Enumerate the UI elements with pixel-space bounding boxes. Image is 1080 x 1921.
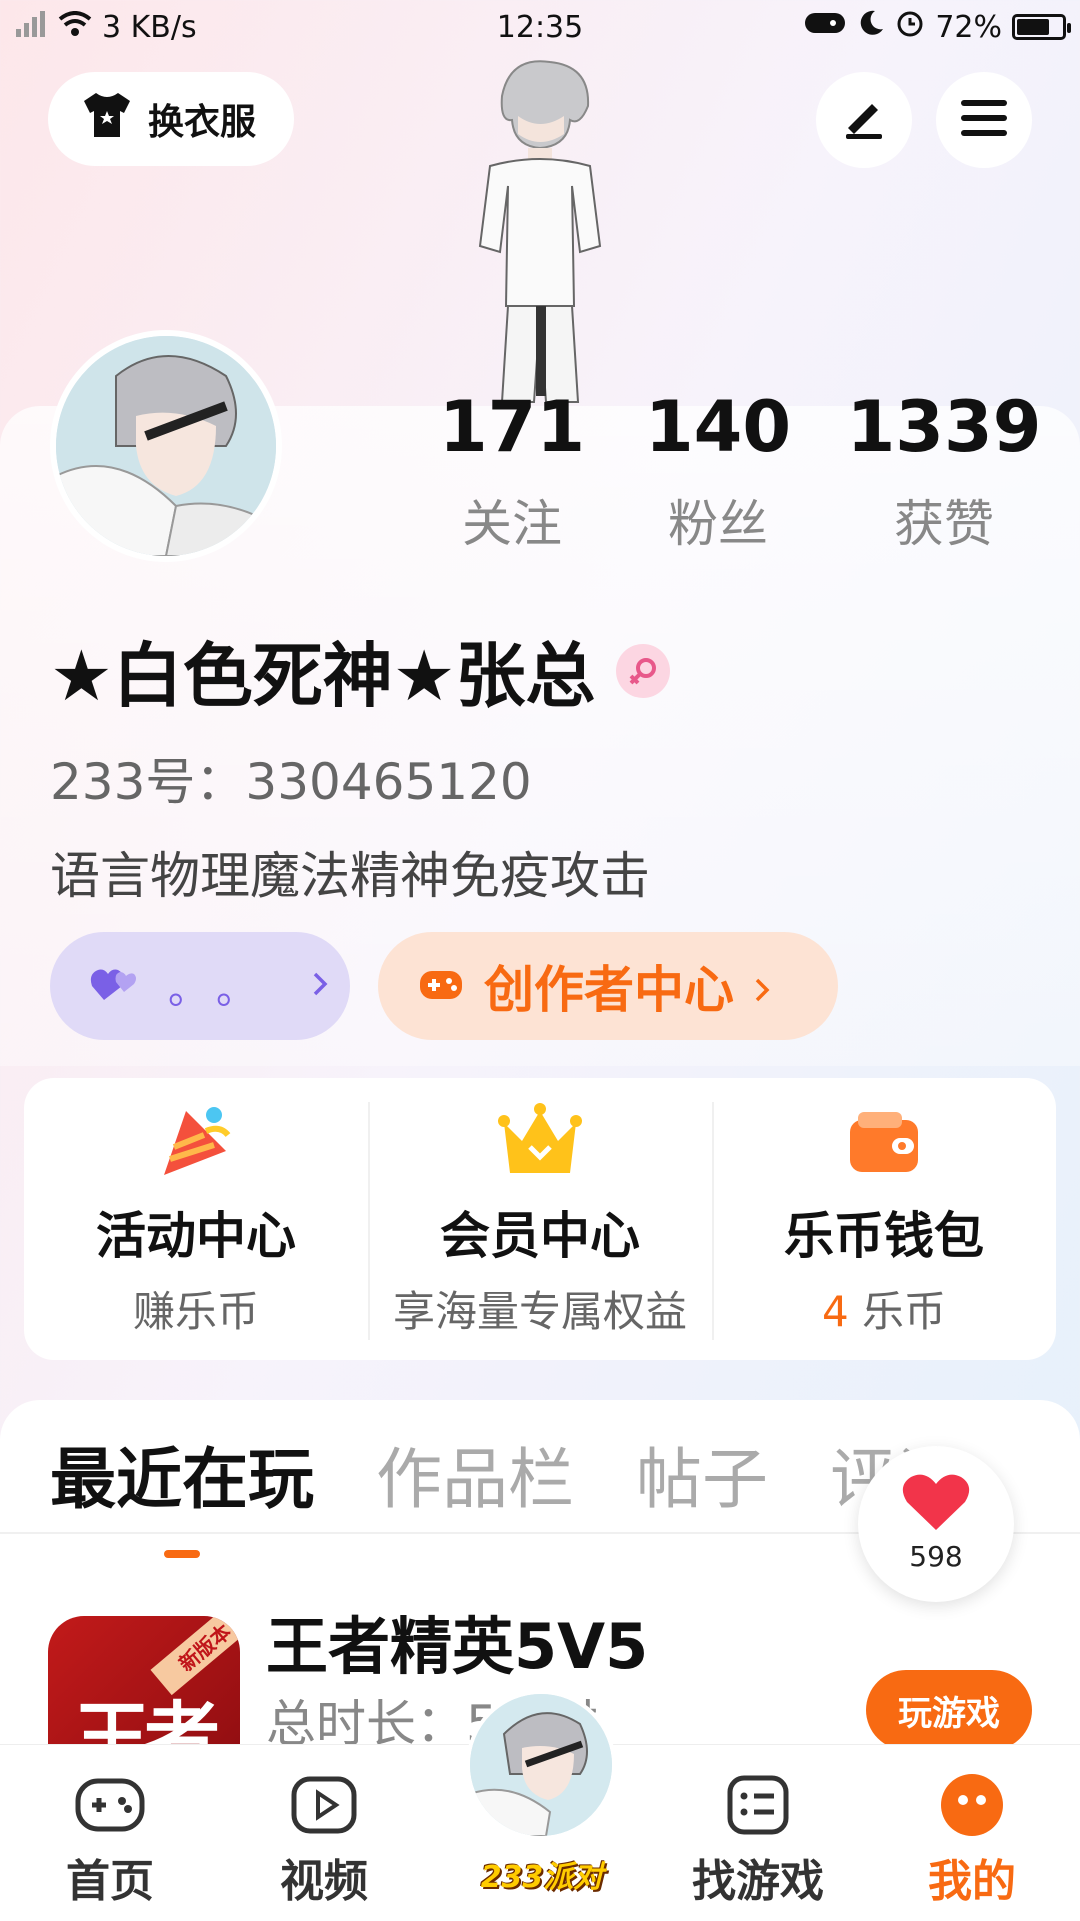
chevron-right-icon	[754, 957, 770, 1015]
heart-icon	[858, 1472, 1014, 1536]
tshirt-icon	[80, 91, 134, 148]
stat-followers[interactable]: 140 粉丝	[618, 392, 818, 556]
coin-wallet-title: 乐币钱包	[784, 1207, 984, 1265]
game-name: 王者精英5V5	[266, 1610, 649, 1683]
hearts-icon	[90, 964, 140, 1008]
nav-party-label[interactable]: 233派对	[472, 1852, 612, 1896]
change-outfit-label: 换衣服	[148, 102, 257, 143]
coin-balance: 4	[821, 1287, 849, 1336]
gamepad-icon	[30, 1765, 190, 1845]
nav-home-label: 首页	[66, 1856, 154, 1907]
creator-center-label: 创作者中心	[484, 961, 734, 1019]
nickname: ★白色死神★张总	[50, 635, 596, 717]
change-outfit-button[interactable]: 换衣服	[48, 72, 294, 166]
tab-posts[interactable]: 帖子	[636, 1426, 768, 1522]
nav-me-label: 我的	[928, 1856, 1016, 1907]
vip-center-sub: 享海量专属权益	[392, 1287, 687, 1336]
moon-icon	[857, 9, 885, 45]
bio: 语言物理魔法精神免疫攻击	[50, 847, 650, 905]
party-popper-icon	[24, 1098, 368, 1184]
like-button[interactable]: 598	[858, 1446, 1014, 1602]
vip-center-title: 会员中心	[440, 1207, 640, 1265]
status-bar: 3 KB/s 12:35 72%	[0, 0, 1080, 56]
crown-icon	[368, 1098, 712, 1184]
nav-home[interactable]: 首页	[30, 1765, 190, 1909]
nav-find-games[interactable]: 找游戏	[678, 1765, 838, 1909]
battery-percent: 72%	[935, 9, 1002, 45]
vip-center-button[interactable]: 会员中心 享海量专属权益	[368, 1078, 712, 1360]
list-icon	[678, 1765, 838, 1845]
edit-profile-button[interactable]	[816, 72, 912, 168]
play-game-button[interactable]: 玩游戏	[866, 1670, 1032, 1750]
status-pill-button[interactable]: 。。	[50, 932, 350, 1040]
activity-center-button[interactable]: 活动中心 赚乐币	[24, 1078, 368, 1360]
hamburger-menu-icon	[961, 98, 1007, 142]
tab-works[interactable]: 作品栏	[376, 1426, 574, 1522]
gamepad-icon	[418, 957, 464, 1015]
pen-icon	[840, 94, 888, 146]
profile-tabs: 最近在玩 作品栏 帖子 评论	[50, 1426, 962, 1558]
nickname-row: ★白色死神★张总	[50, 620, 670, 721]
nav-video-label: 视频	[280, 1856, 368, 1907]
activity-center-sub: 赚乐币	[132, 1287, 259, 1336]
chevron-right-icon	[312, 971, 328, 1001]
nav-find-games-label: 找游戏	[692, 1856, 824, 1907]
nav-video[interactable]: 视频	[244, 1765, 404, 1909]
likes-count: 1339	[846, 386, 1042, 468]
following-label: 关注	[462, 495, 562, 553]
creator-center-button[interactable]: 创作者中心	[378, 932, 838, 1040]
like-count: 598	[909, 1540, 963, 1573]
coin-wallet-button[interactable]: 乐币钱包 4 乐币	[712, 1078, 1056, 1360]
party-avatar[interactable]	[466, 1690, 616, 1840]
menu-button[interactable]	[936, 72, 1032, 168]
status-dots: 。。	[168, 967, 284, 1013]
game-mode-icon	[803, 9, 847, 45]
stat-following[interactable]: 171 关注	[412, 392, 612, 556]
likes-label: 获赞	[894, 495, 994, 553]
nav-me[interactable]: 我的	[892, 1765, 1052, 1909]
stat-likes[interactable]: 1339 获赞	[844, 392, 1044, 556]
followers-count: 140	[644, 386, 792, 468]
avatar-3d-figure[interactable]	[440, 56, 640, 406]
tab-recent-played[interactable]: 最近在玩	[50, 1426, 314, 1558]
following-count: 171	[438, 386, 586, 468]
coin-unit: 乐币	[848, 1287, 947, 1336]
play-icon	[244, 1765, 404, 1845]
activity-center-title: 活动中心	[96, 1207, 296, 1265]
user-id: 233号：330465120	[50, 753, 532, 811]
me-icon	[892, 1765, 1052, 1845]
wallet-icon	[712, 1098, 1056, 1184]
battery-icon	[1012, 14, 1071, 40]
avatar[interactable]	[50, 330, 282, 562]
alarm-icon	[895, 8, 925, 46]
followers-label: 粉丝	[668, 495, 768, 553]
quick-actions-card: 活动中心 赚乐币 会员中心 享海量专属权益 乐币钱包 4 乐币	[24, 1078, 1056, 1360]
coin-wallet-sub: 4 乐币	[712, 1278, 1056, 1339]
female-gender-icon	[615, 643, 670, 698]
